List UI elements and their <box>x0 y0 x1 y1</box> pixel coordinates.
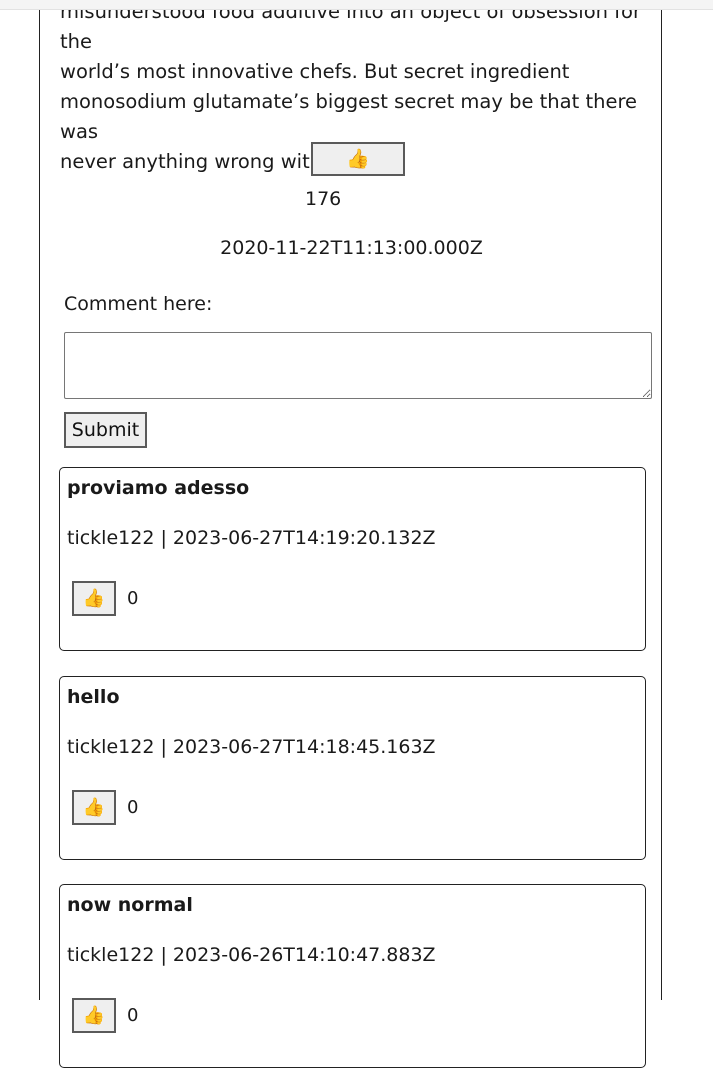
article-body-line: world’s most innovative chefs. But secre… <box>60 60 570 83</box>
comment-like-button[interactable]: 👍 <box>72 581 116 616</box>
browser-top-strip <box>0 0 713 10</box>
comment-meta: tickle122 | 2023-06-26T14:10:47.883Z <box>67 944 436 966</box>
comment-card: hello tickle122 | 2023-06-27T14:18:45.16… <box>59 676 646 860</box>
comment-like-count: 0 <box>127 588 139 609</box>
article-body-line: monosodium glutamate’s biggest secret ma… <box>60 90 638 143</box>
comment-card: now normal tickle122 | 2023-06-26T14:10:… <box>59 884 646 1068</box>
comment-like-count: 0 <box>127 1005 139 1026</box>
article-like-count: 176 <box>305 188 342 210</box>
thumbs-up-icon: 👍 <box>82 797 106 817</box>
comment-like-count: 0 <box>127 797 139 818</box>
comment-title: hello <box>67 686 120 708</box>
article-like-button[interactable]: 👍 <box>311 142 405 176</box>
comment-like-button[interactable]: 👍 <box>72 998 116 1033</box>
comment-input[interactable] <box>64 332 652 399</box>
comment-title: proviamo adesso <box>67 477 250 499</box>
thumbs-up-icon: 👍 <box>346 149 370 170</box>
submit-button[interactable]: Submit <box>64 412 147 448</box>
comment-like-button[interactable]: 👍 <box>72 790 116 825</box>
thumbs-up-icon: 👍 <box>82 588 106 608</box>
article-card: misunderstood food additive into an obje… <box>39 0 662 1068</box>
comment-meta: tickle122 | 2023-06-27T14:18:45.163Z <box>67 736 436 758</box>
comment-meta: tickle122 | 2023-06-27T14:19:20.132Z <box>67 527 436 549</box>
comment-card: proviamo adesso tickle122 | 2023-06-27T1… <box>59 467 646 651</box>
thumbs-up-icon: 👍 <box>82 1005 106 1025</box>
comment-title: now normal <box>67 894 193 916</box>
article-date: 2020-11-22T11:13:00.000Z <box>220 237 483 259</box>
comment-label: Comment here: <box>64 293 213 315</box>
